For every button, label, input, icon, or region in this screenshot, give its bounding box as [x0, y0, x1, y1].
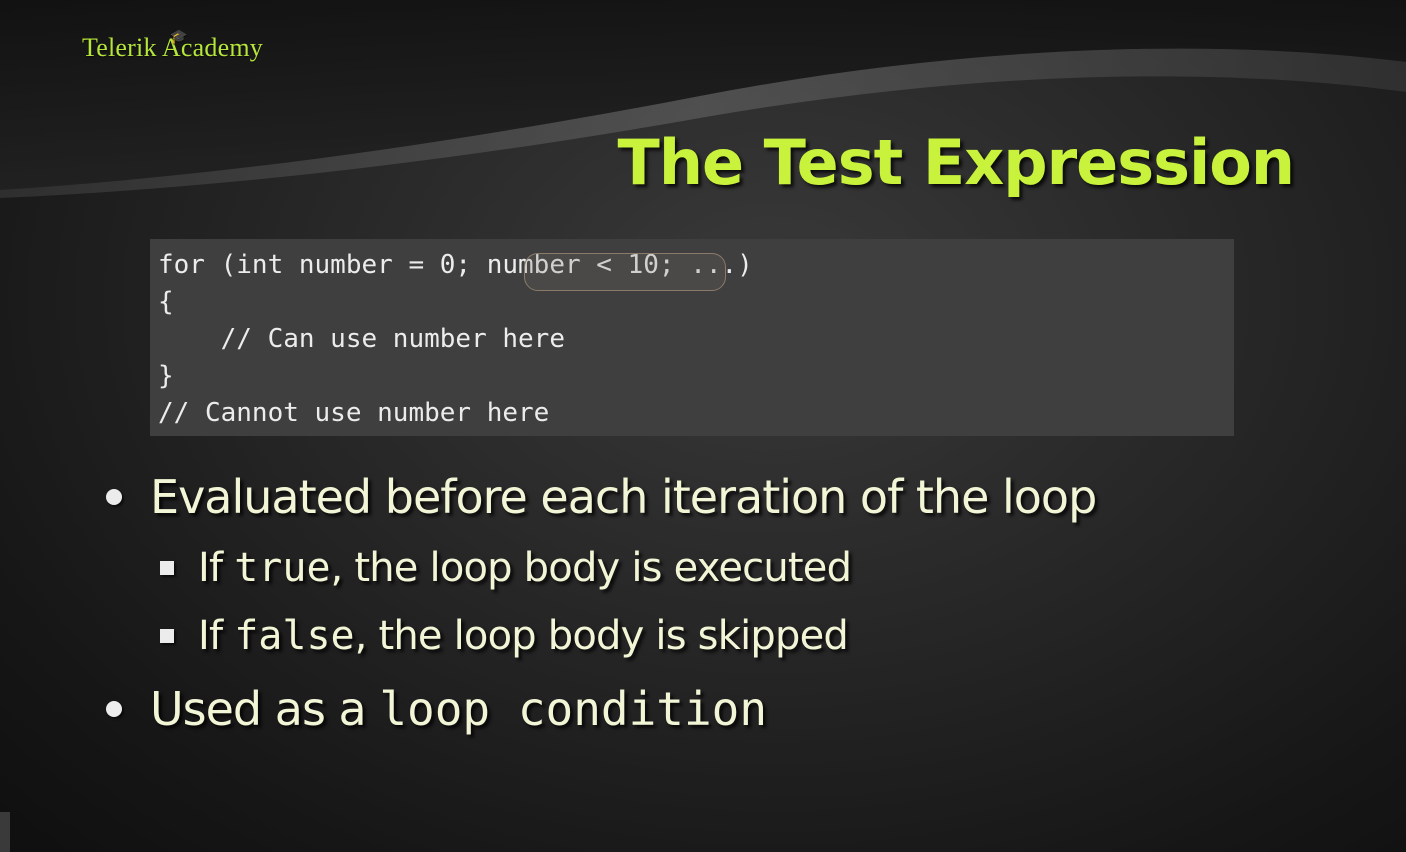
bullet-evaluated: Evaluated before each iteration of the l…: [100, 462, 1350, 532]
bullet-dot-icon: [106, 701, 122, 717]
code-line-4: }: [158, 361, 174, 391]
bullet-loop-condition: Used as a loop condition: [100, 674, 1350, 744]
code-line-3: // Can use number here: [158, 324, 565, 354]
sub-bullet-true: If true, the loop body is executed: [100, 534, 1350, 602]
graduation-cap-icon: 🎓: [170, 30, 188, 45]
bullet-prefix: Used as a: [150, 682, 380, 736]
slide: 🎓 Telerik Academy The Test Expression fo…: [0, 0, 1406, 852]
sub-bullet-false: If false, the loop body is skipped: [100, 602, 1350, 670]
code-keyword-true: true: [234, 545, 331, 591]
sub-bullet-suffix: , the loop body is skipped: [354, 613, 849, 659]
slide-title: The Test Expression: [617, 126, 1295, 199]
telerik-academy-logo: 🎓 Telerik Academy: [82, 30, 263, 63]
sub-bullet-prefix: If: [198, 545, 235, 591]
code-keyword-false: false: [234, 613, 355, 659]
sub-bullet-prefix: If: [198, 613, 235, 659]
bullet-dot-icon: [106, 489, 122, 505]
code-loop-condition: loop condition: [379, 682, 768, 736]
bullet-square-icon: [160, 561, 174, 575]
bullet-list: Evaluated before each iteration of the l…: [100, 462, 1350, 744]
code-block: for (int number = 0; number < 10; ...) {…: [150, 239, 1234, 436]
corner-tab: [0, 812, 10, 852]
code-line-5: // Cannot use number here: [158, 398, 550, 428]
bullet-text: Evaluated before each iteration of the l…: [150, 470, 1097, 524]
test-expression-highlight: [524, 253, 726, 291]
sub-bullet-suffix: , the loop body is executed: [330, 545, 852, 591]
bullet-square-icon: [160, 629, 174, 643]
